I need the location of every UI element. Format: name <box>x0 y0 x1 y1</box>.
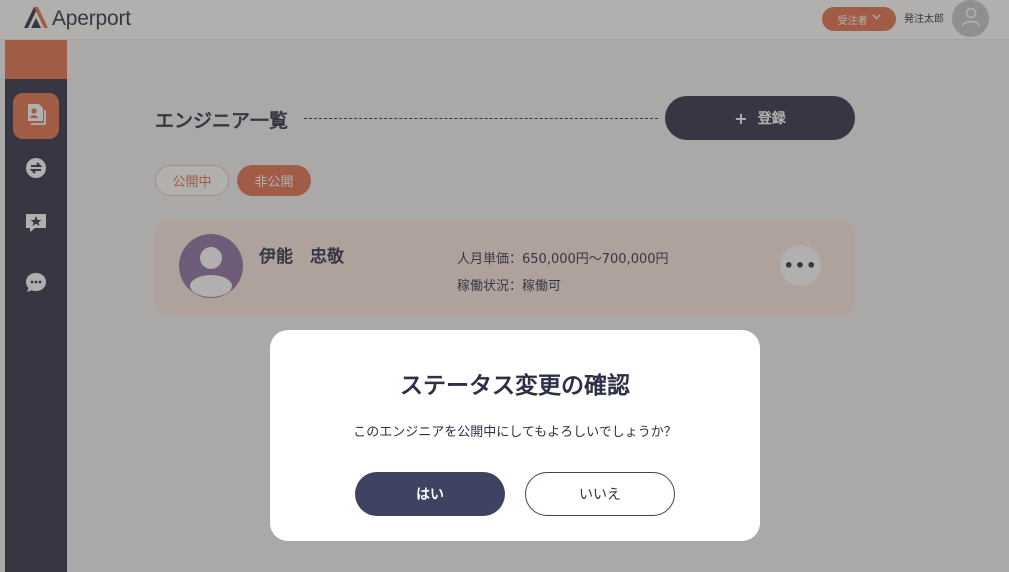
cancel-button[interactable]: いいえ <box>525 472 675 516</box>
status-change-dialog: ステータス変更の確認 このエンジニアを公開中にしてもよろしいでしょうか？ はい … <box>270 330 760 541</box>
dialog-message: このエンジニアを公開中にしてもよろしいでしょうか？ <box>353 425 677 440</box>
cancel-label: いいえ <box>579 487 621 503</box>
confirm-button[interactable]: はい <box>355 472 505 516</box>
dialog-title: ステータス変更の確認 <box>400 373 630 399</box>
confirm-label: はい <box>416 487 444 503</box>
